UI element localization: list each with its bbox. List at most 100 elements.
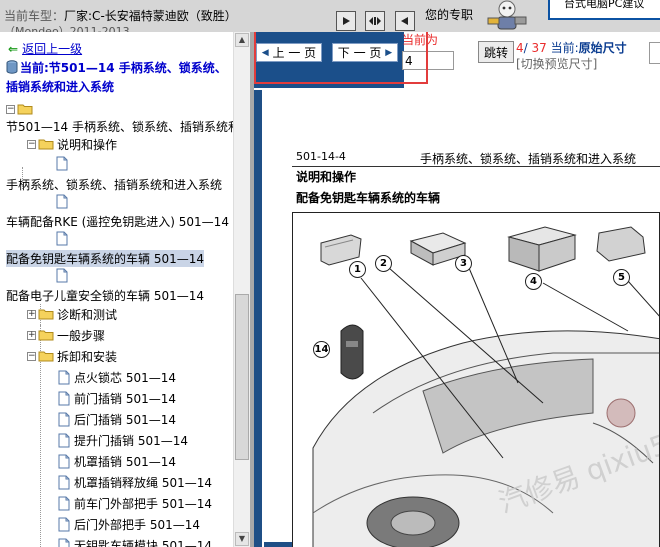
- page-total: 37: [531, 41, 547, 55]
- size-value: 原始尺寸: [578, 41, 627, 55]
- tree-item-label: 说明和操作: [57, 137, 118, 152]
- tree-leaf[interactable]: 点火锁芯 501—14: [58, 367, 176, 387]
- document-icon: [56, 268, 68, 283]
- back-link-label: 返回上一级: [22, 42, 83, 56]
- document-icon: [58, 496, 70, 510]
- prev-arrow-button[interactable]: [395, 11, 415, 31]
- extra-input[interactable]: [649, 42, 660, 64]
- prev-page-label: 上 一 页: [272, 46, 317, 60]
- tree-item-label: 手柄系统、锁系统、插销系统和进入系统: [6, 177, 223, 192]
- page-current: 4: [516, 41, 524, 55]
- document-icon: [58, 370, 70, 384]
- doc-page-code: 501-14-4: [296, 150, 346, 163]
- key-fob: [340, 324, 364, 380]
- tree-item-diagnostics[interactable]: + 诊断和测试: [27, 304, 117, 324]
- tree-leaf[interactable]: 无钥匙车辆模块 501—14: [58, 535, 212, 547]
- handle-sensor: [596, 226, 646, 262]
- tree-leaf[interactable]: 后门插销 501—14: [58, 409, 176, 429]
- navigation-tree-panel: ⇐ 返回上一级 当前:节501—14 手柄系统、锁系统、插销系统和进入系统 − 节…: [0, 32, 250, 547]
- prev-page-button[interactable]: ◀ 上 一 页: [256, 43, 322, 62]
- doc-subsection-heading: 配备免钥匙车辆系统的车辆: [296, 191, 441, 205]
- database-icon: [6, 60, 18, 74]
- folder-icon: [38, 139, 54, 150]
- tree-item-label: 一般步骤: [57, 328, 106, 343]
- tree-item-label: 无钥匙车辆模块 501—14: [74, 538, 212, 547]
- car-body: [312, 330, 659, 547]
- folder-icon: [17, 104, 33, 115]
- tree-scrollbar[interactable]: ▲ ▼: [233, 32, 250, 547]
- tree-item-label: 提升门插销 501—14: [74, 433, 188, 448]
- tree-item-label: 后门插销 501—14: [74, 412, 176, 427]
- component-diagram: 汽修易 qixiu568.com 0165 1 2 3 4 5 14: [292, 212, 660, 547]
- tree-item-general[interactable]: + 一般步骤: [27, 325, 105, 345]
- viewer-toolbar: ◀ 上 一 页 下 一 页 ▶ 当前为 跳转 4/ 37 当前:原始尺寸 [切换…: [254, 32, 660, 90]
- tree-leaf[interactable]: 提升门插销 501—14: [58, 430, 188, 450]
- top-header-bar: 当前车型：厂家:C-长安福特蒙迪欧（致胜） （Mondeo）2011-2013 …: [0, 0, 660, 32]
- callout-2: 2: [375, 255, 392, 272]
- tree-item-child-lock[interactable]: 配备电子儿童安全锁的车辆 501—14: [6, 285, 204, 305]
- car-model-value: 厂家:C-长安福特蒙迪欧（致胜）: [64, 9, 237, 23]
- document-icon: [56, 194, 68, 209]
- tree-item-label: 前车门外部把手 501—14: [74, 496, 212, 511]
- next-page-label: 下 一 页: [337, 46, 382, 60]
- current-page-label: 当前为: [402, 33, 439, 47]
- page-indicator: 4/ 37 当前:原始尺寸: [516, 39, 627, 56]
- next-page-button[interactable]: 下 一 页 ▶: [332, 43, 398, 62]
- document-icon: [56, 156, 68, 171]
- tree-item-removal[interactable]: − 拆卸和安装: [27, 346, 117, 366]
- tree-leaf[interactable]: 机罩插销 501—14: [58, 451, 176, 471]
- mascot-image: [487, 0, 527, 30]
- back-link[interactable]: ⇐ 返回上一级: [8, 40, 82, 57]
- tree-item-label: 前门插销 501—14: [74, 391, 176, 406]
- current-node-text: 当前:节501—14 手柄系统、锁系统、插销系统和进入系统: [6, 61, 227, 94]
- document-icon: [58, 454, 70, 468]
- back-arrow-icon: ⇐: [8, 42, 19, 56]
- car-model-years: （Mondeo）2011-2013: [4, 25, 130, 32]
- page-separator: /: [523, 41, 532, 55]
- scroll-down-icon[interactable]: ▼: [235, 532, 249, 546]
- current-node-title: 当前:节501—14 手柄系统、锁系统、插销系统和进入系统: [6, 59, 234, 97]
- keyless-module: [507, 226, 577, 272]
- current-car-model: 当前车型：厂家:C-长安福特蒙迪欧（致胜）: [4, 7, 237, 24]
- tree-item-description[interactable]: − 说明和操作: [27, 134, 117, 154]
- tree-item-label: 机罩插销释放绳 501—14: [74, 475, 212, 490]
- greeting-text: 您的专职: [425, 8, 474, 22]
- next-arrow-button[interactable]: [336, 11, 356, 31]
- tree-item-keyless-selected[interactable]: 配备免钥匙车辆系统的车辆 501—14: [6, 248, 204, 268]
- folder-icon: [38, 351, 54, 362]
- tree-leaf[interactable]: 前门插销 501—14: [58, 388, 176, 408]
- tree-leaf[interactable]: 后门外部把手 501—14: [58, 514, 200, 534]
- expand-icon: +: [27, 329, 36, 340]
- expand-icon: +: [27, 308, 36, 319]
- document-icon: [58, 391, 70, 405]
- expand-horizontal-icon: [369, 17, 381, 25]
- scroll-up-icon[interactable]: ▲: [235, 33, 249, 47]
- tree-item-label: 点火锁芯 501—14: [74, 370, 176, 385]
- document-icon: [58, 433, 70, 447]
- promo-banner[interactable]: 台式电脑PC建议: [548, 0, 660, 20]
- switch-preview-size-link[interactable]: [切换预览尺寸]: [516, 55, 597, 72]
- tree-leaf[interactable]: 前车门外部把手 501—14: [58, 493, 212, 513]
- callout-4: 4: [525, 273, 542, 290]
- tree-item-rke[interactable]: 车辆配备RKE (遥控免钥匙进入) 501—14: [6, 211, 229, 231]
- tree-item-system[interactable]: 手柄系统、锁系统、插销系统和进入系统: [6, 174, 222, 194]
- canvas-left-strip: [254, 90, 262, 547]
- play-icon: [343, 17, 350, 25]
- document-icon: [56, 231, 68, 246]
- tree-item-label: 诊断和测试: [57, 307, 118, 322]
- left-triangle-icon: ◀: [261, 47, 269, 58]
- tree-item-label: 机罩插销 501—14: [74, 454, 176, 469]
- document-icon: [58, 517, 70, 531]
- tree-item-label: 拆卸和安装: [57, 349, 118, 364]
- collapse-icon: −: [27, 138, 36, 149]
- tree-leaf[interactable]: 机罩插销释放绳 501—14: [58, 472, 212, 492]
- fit-width-button[interactable]: [365, 11, 385, 31]
- jump-button[interactable]: 跳转: [478, 41, 514, 63]
- tree-item-section[interactable]: 节501—14 手柄系统、锁系统、插销系统和进入系统: [6, 116, 250, 136]
- document-icon: [58, 412, 70, 426]
- folder-icon: [38, 330, 54, 341]
- tree-item-label: 配备电子儿童安全锁的车辆 501—14: [6, 288, 204, 303]
- scroll-thumb[interactable]: [235, 294, 249, 460]
- tree-item-label: 节501—14 手柄系统、锁系统、插销系统和进入系统: [6, 119, 250, 134]
- page-number-input[interactable]: [402, 51, 454, 70]
